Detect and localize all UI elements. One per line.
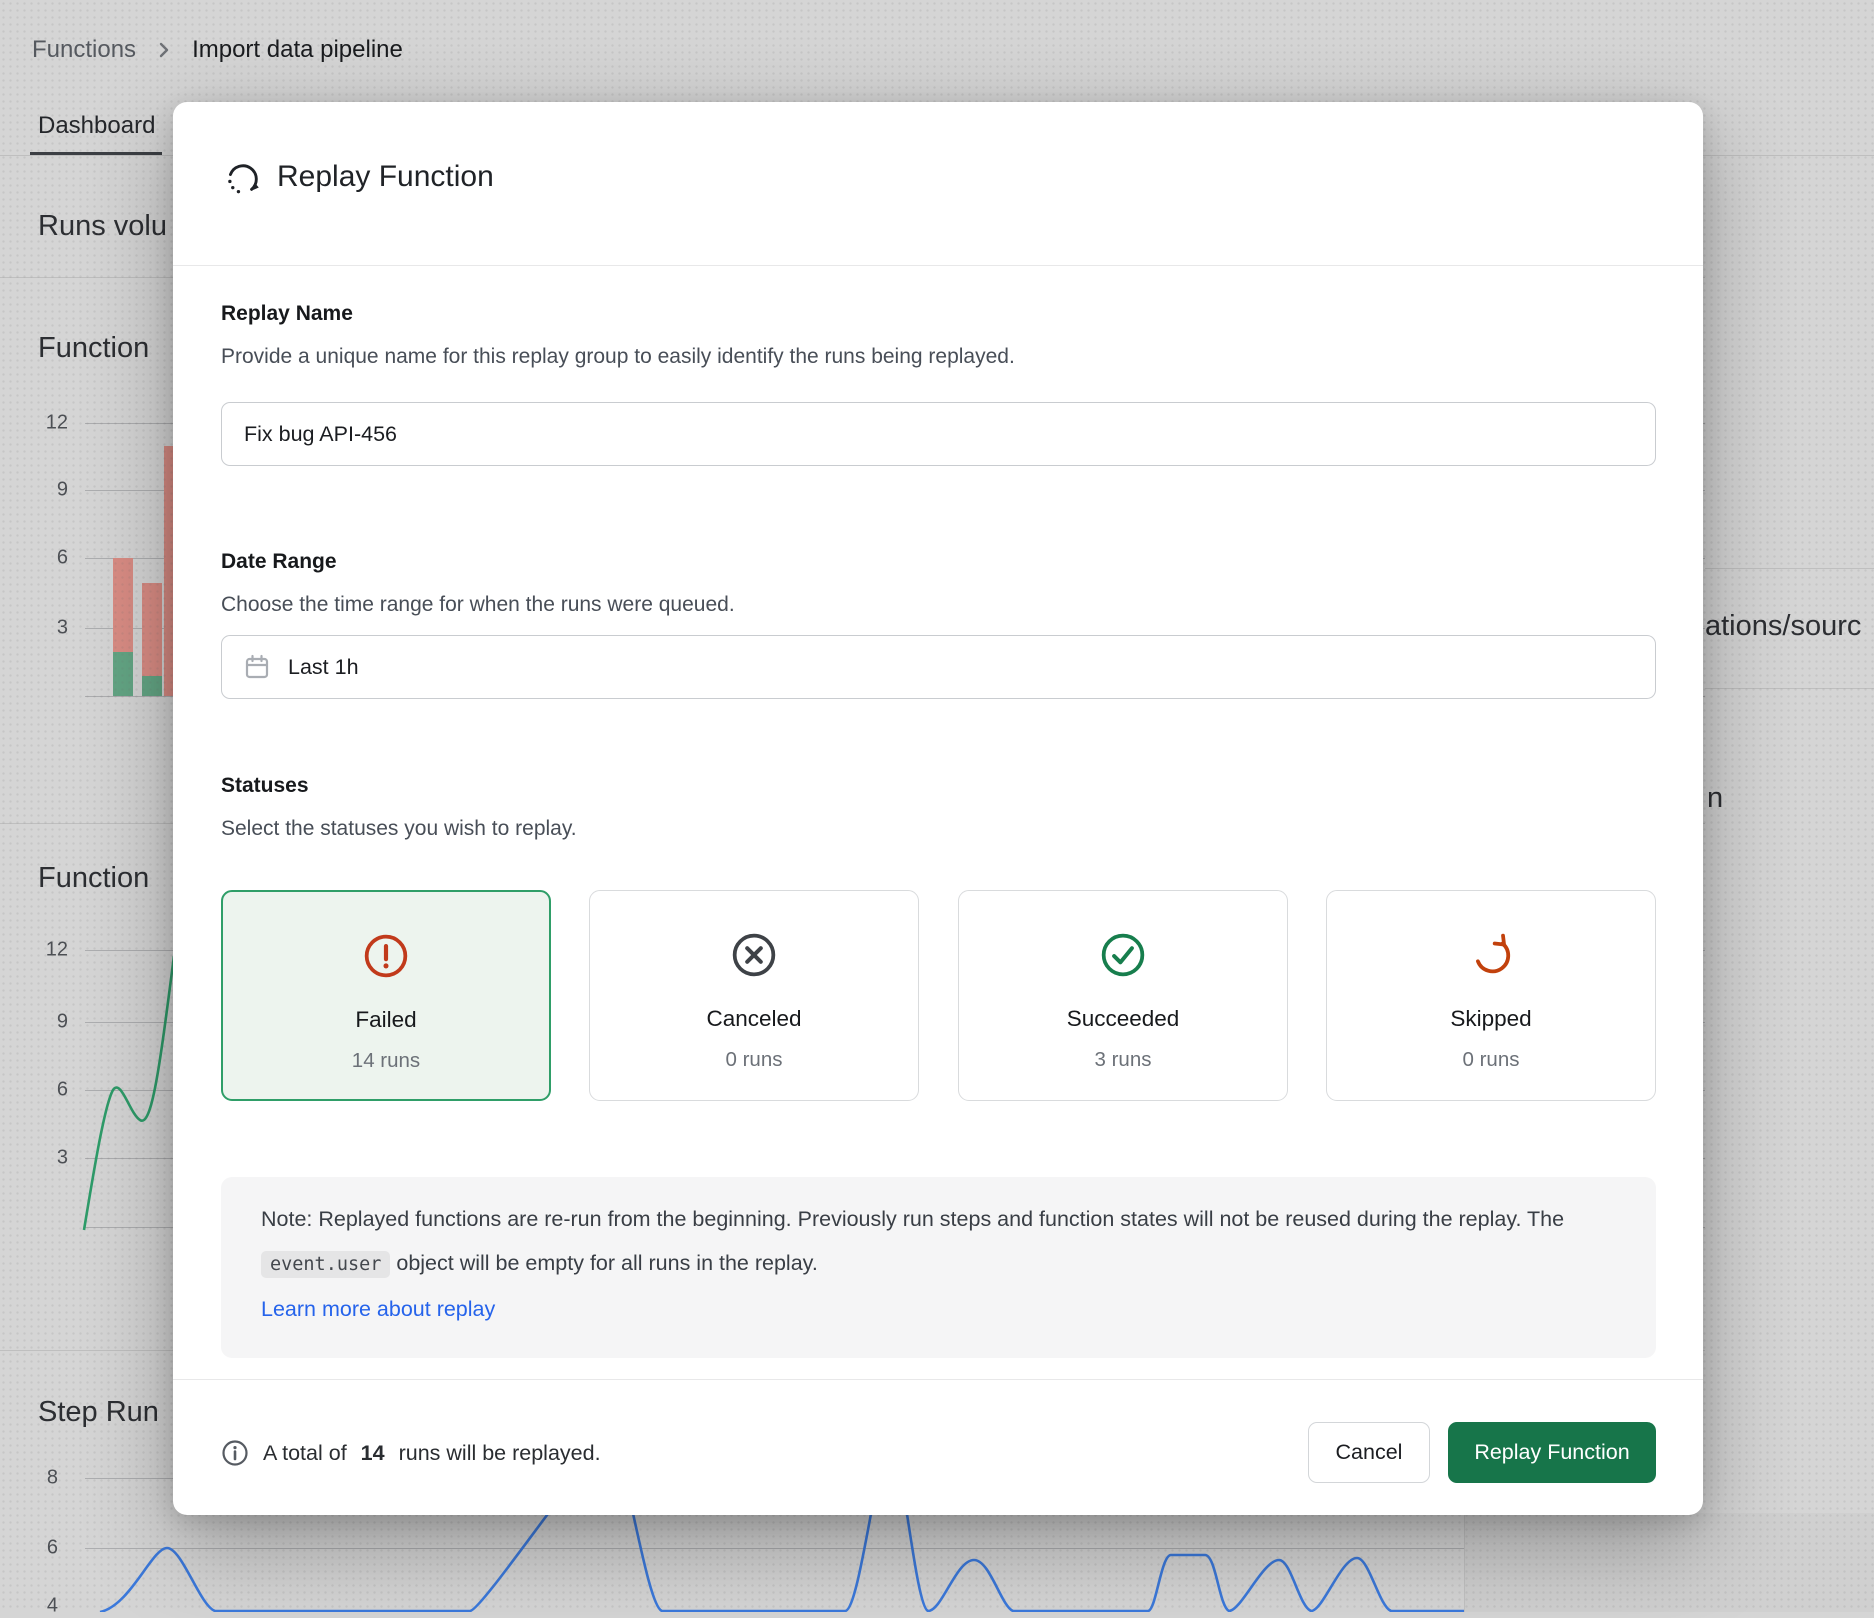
status-card-label: Succeeded bbox=[1067, 1006, 1180, 1032]
runs-volume-heading: Runs volu bbox=[38, 210, 167, 243]
note-text: object will be empty for all runs in the… bbox=[390, 1251, 817, 1275]
footer-summary: A total of 14 runs will be replayed. bbox=[221, 1439, 601, 1467]
skip-arrow-icon bbox=[1468, 932, 1514, 978]
note-text: Note: Replayed functions are re-run from… bbox=[261, 1207, 1564, 1231]
replay-name-input[interactable] bbox=[221, 402, 1656, 466]
replay-name-label: Replay Name bbox=[221, 302, 353, 326]
date-range-select[interactable]: Last 1h bbox=[221, 635, 1656, 699]
modal-title: Replay Function bbox=[277, 160, 494, 194]
statuses-description: Select the statuses you wish to replay. bbox=[221, 817, 577, 841]
replay-function-button[interactable]: Replay Function bbox=[1448, 1422, 1656, 1483]
runs-bar-red bbox=[142, 583, 162, 676]
runs-bar-green bbox=[113, 652, 133, 696]
status-card-runs: 3 runs bbox=[1095, 1048, 1152, 1072]
status-card-label: Canceled bbox=[706, 1006, 801, 1032]
tab-dashboard[interactable]: Dashboard bbox=[38, 112, 155, 140]
chart1-tick: 9 bbox=[26, 479, 68, 502]
status-card-skipped[interactable]: Skipped 0 runs bbox=[1326, 890, 1656, 1101]
date-range-description: Choose the time range for when the runs … bbox=[221, 593, 735, 617]
check-circle-icon bbox=[1100, 932, 1146, 978]
runs-bar-red bbox=[113, 558, 133, 652]
total-count: 14 bbox=[361, 1441, 385, 1466]
breadcrumb-current: Import data pipeline bbox=[192, 36, 403, 64]
right-heading-fragment: ations/sourc bbox=[1705, 610, 1861, 643]
chart1-title-text: Function bbox=[38, 332, 149, 365]
right-heading-fragment: n bbox=[1707, 782, 1723, 815]
status-card-runs: 0 runs bbox=[1463, 1048, 1520, 1072]
status-card-runs: 14 runs bbox=[352, 1049, 420, 1073]
total-prefix: A total of bbox=[263, 1441, 347, 1466]
calendar-icon bbox=[243, 653, 271, 681]
info-icon bbox=[221, 1439, 249, 1467]
status-card-succeeded[interactable]: Succeeded 3 runs bbox=[958, 890, 1288, 1101]
chart1-tick: 3 bbox=[26, 617, 68, 640]
total-suffix: runs will be replayed. bbox=[399, 1441, 601, 1466]
chart1-tick: 6 bbox=[26, 547, 68, 570]
status-card-label: Skipped bbox=[1450, 1006, 1531, 1032]
statuses-label: Statuses bbox=[221, 774, 309, 798]
replay-name-description: Provide a unique name for this replay gr… bbox=[221, 345, 1015, 369]
footer-divider bbox=[173, 1379, 1703, 1380]
header-divider bbox=[173, 265, 1703, 266]
replay-note: Note: Replayed functions are re-run from… bbox=[221, 1177, 1656, 1358]
chart1-tick: 12 bbox=[26, 412, 68, 435]
cancel-button[interactable]: Cancel bbox=[1308, 1422, 1430, 1483]
replay-function-modal: Replay Function Replay Name Provide a un… bbox=[173, 102, 1703, 1515]
date-range-value: Last 1h bbox=[288, 655, 359, 680]
learn-more-link[interactable]: Learn more about replay bbox=[261, 1297, 495, 1321]
breadcrumb-functions[interactable]: Functions bbox=[32, 36, 136, 64]
x-circle-icon bbox=[731, 932, 777, 978]
status-card-runs: 0 runs bbox=[726, 1048, 783, 1072]
alert-circle-icon bbox=[363, 933, 409, 979]
breadcrumb: Functions Import data pipeline bbox=[32, 36, 403, 64]
chart2-title-text: Function bbox=[38, 862, 149, 895]
right-divider bbox=[1705, 568, 1874, 569]
chevron-right-icon bbox=[154, 40, 174, 60]
runs-bar-green bbox=[142, 676, 162, 696]
status-card-failed[interactable]: Failed 14 runs bbox=[221, 890, 551, 1101]
replay-icon bbox=[223, 158, 263, 198]
panel-right-area bbox=[1465, 1513, 1874, 1612]
status-card-canceled[interactable]: Canceled 0 runs bbox=[589, 890, 919, 1101]
code-chip: event.user bbox=[261, 1251, 390, 1278]
right-divider bbox=[1705, 688, 1874, 689]
status-card-label: Failed bbox=[355, 1007, 416, 1033]
date-range-label: Date Range bbox=[221, 550, 337, 574]
